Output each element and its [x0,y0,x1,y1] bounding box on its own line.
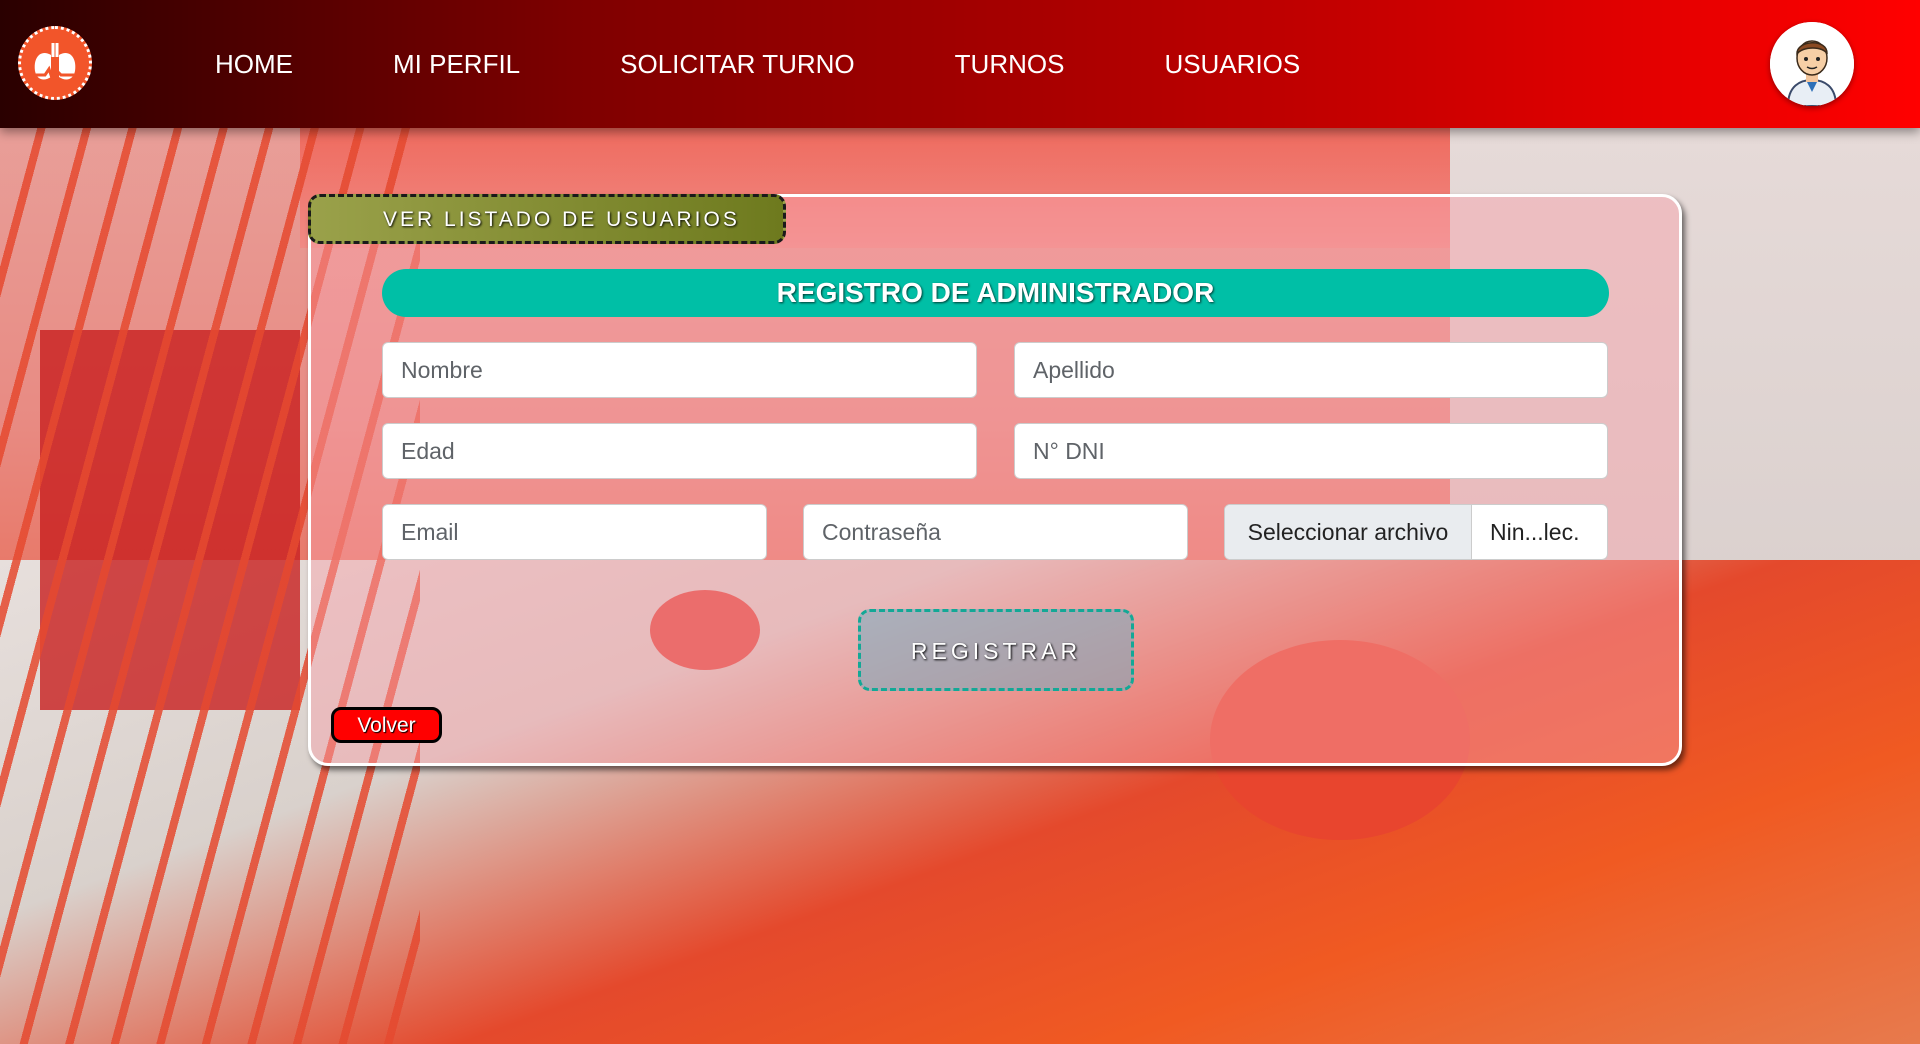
form-title: REGISTRO DE ADMINISTRADOR [382,269,1609,317]
lungs-heartbeat-icon[interactable] [18,26,92,100]
nav-home[interactable]: HOME [215,49,293,80]
password-input[interactable] [803,504,1188,560]
view-user-list-button[interactable]: VER LISTADO DE USUARIOS [308,194,786,244]
file-input[interactable]: Seleccionar archivo Nin...lec. [1224,504,1608,560]
edad-input[interactable] [382,423,977,479]
nav-mi-perfil[interactable]: MI PERFIL [393,49,520,80]
apellido-input[interactable] [1014,342,1608,398]
nav-solicitar-turno[interactable]: SOLICITAR TURNO [620,49,855,80]
nombre-input[interactable] [382,342,977,398]
email-input[interactable] [382,504,767,560]
select-file-button[interactable]: Seleccionar archivo [1225,505,1472,559]
register-button[interactable]: REGISTRAR [858,609,1134,691]
nav-turnos[interactable]: TURNOS [955,49,1065,80]
doctor-avatar-icon[interactable] [1770,22,1854,106]
nav-usuarios[interactable]: USUARIOS [1164,49,1300,80]
dni-input[interactable] [1014,423,1608,479]
nav-links: HOME MI PERFIL SOLICITAR TURNO TURNOS US… [215,0,1400,128]
file-name-label: Nin...lec. [1490,518,1580,545]
back-button[interactable]: Volver [331,707,442,743]
navbar: HOME MI PERFIL SOLICITAR TURNO TURNOS US… [0,0,1920,128]
